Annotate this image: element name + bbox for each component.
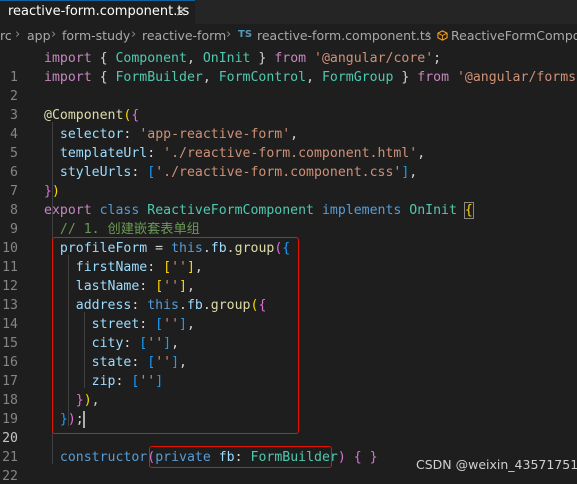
code-token: ,	[306, 70, 322, 85]
code-token: export	[44, 203, 92, 218]
breadcrumb: rc › app › form-study › reactive-form › …	[0, 24, 577, 46]
code-line: 7 styleUrls: ['./reactive-form.component…	[0, 163, 577, 199]
close-icon[interactable]: ×	[173, 3, 189, 21]
code-token: OnInit	[202, 51, 251, 66]
code-line: 4 @Component({	[0, 106, 577, 142]
tab-reactive-form-component[interactable]: reactive-form.component.ts ×	[0, 0, 195, 24]
code-editor[interactable]: 1 import { Component, OnInit } from '@an…	[0, 46, 577, 484]
highlight-box-constructor-param	[149, 446, 332, 468]
chevron-right-icon: ›	[131, 27, 137, 42]
code-token: :	[147, 146, 164, 161]
code-token: './reactive-form.component.html'	[163, 146, 418, 161]
code-token: ;	[433, 51, 442, 66]
code-line: 8 })	[0, 182, 577, 218]
code-token: '@angular/forms'	[456, 70, 577, 85]
code-line: 2 import { FormBuilder, FormControl, For…	[0, 68, 577, 104]
chevron-right-icon: ›	[15, 27, 21, 42]
typescript-file-icon: TS	[238, 29, 253, 40]
code-token: @Component	[44, 108, 124, 123]
code-token: Component	[115, 51, 187, 66]
code-token: ,	[186, 51, 203, 66]
code-line: 3	[0, 87, 577, 123]
code-line: 1 import { Component, OnInit } from '@an…	[0, 49, 577, 85]
code-token: ReactiveFormComponent	[147, 203, 314, 218]
code-token: '@angular/core'	[314, 51, 434, 66]
breadcrumb-item-app[interactable]: app	[27, 28, 51, 43]
code-token: FormGroup	[321, 70, 394, 85]
code-token: [	[147, 165, 156, 180]
code-token: FormBuilder	[115, 70, 203, 85]
editor-tab-bar: reactive-form.component.ts ×	[0, 0, 577, 24]
code-token: constructor	[59, 450, 148, 465]
code-token: from	[274, 51, 307, 66]
breadcrumb-item-src[interactable]: rc	[0, 28, 12, 43]
chevron-right-icon: ›	[51, 27, 57, 42]
code-token: )	[337, 450, 346, 465]
breadcrumb-item-form-study[interactable]: form-study	[62, 28, 130, 43]
code-token: implements	[321, 203, 402, 218]
chevron-right-icon: ›	[226, 27, 232, 42]
highlight-box-form-group	[52, 237, 299, 434]
breadcrumb-item-reactive-form[interactable]: reactive-form	[142, 28, 226, 43]
chevron-right-icon: ›	[426, 27, 432, 42]
code-token: ,	[202, 70, 219, 85]
code-token: {	[99, 70, 116, 85]
code-token: selector	[59, 127, 124, 142]
code-token: './reactive-form.component.css'	[155, 165, 402, 180]
code-token: { }	[353, 450, 378, 465]
code-token: }	[250, 51, 267, 66]
code-line: 5 selector: 'app-reactive-form',	[0, 125, 577, 161]
code-token: import	[44, 70, 92, 85]
code-token: {	[99, 51, 116, 66]
code-token: styleUrls	[59, 165, 132, 180]
code-token: OnInit	[409, 203, 457, 218]
breadcrumb-item-class[interactable]: ReactiveFormComponent	[451, 28, 577, 43]
class-symbol-icon	[437, 30, 448, 41]
code-token: class	[99, 203, 140, 218]
tab-title: reactive-form.component.ts	[8, 4, 190, 19]
code-token: }	[393, 70, 410, 85]
code-token: {	[131, 108, 140, 123]
code-token: 'app-reactive-form'	[139, 127, 291, 142]
code-token: :	[131, 165, 148, 180]
code-token: FormControl	[218, 70, 307, 85]
watermark: CSDN @weixin_43571751	[416, 457, 577, 472]
code-token: :	[123, 127, 140, 142]
breadcrumb-item-file[interactable]: reactive-form.component.ts	[257, 28, 431, 43]
code-line: 6 templateUrl: './reactive-form.componen…	[0, 144, 577, 180]
code-token: import	[44, 51, 92, 66]
code-comment: // 1. 创建嵌套表单组	[59, 222, 200, 237]
code-token: templateUrl	[59, 146, 148, 161]
code-token: {	[463, 202, 474, 219]
code-line: 9 export class ReactiveFormComponent imp…	[0, 201, 577, 237]
code-token: from	[417, 70, 450, 85]
